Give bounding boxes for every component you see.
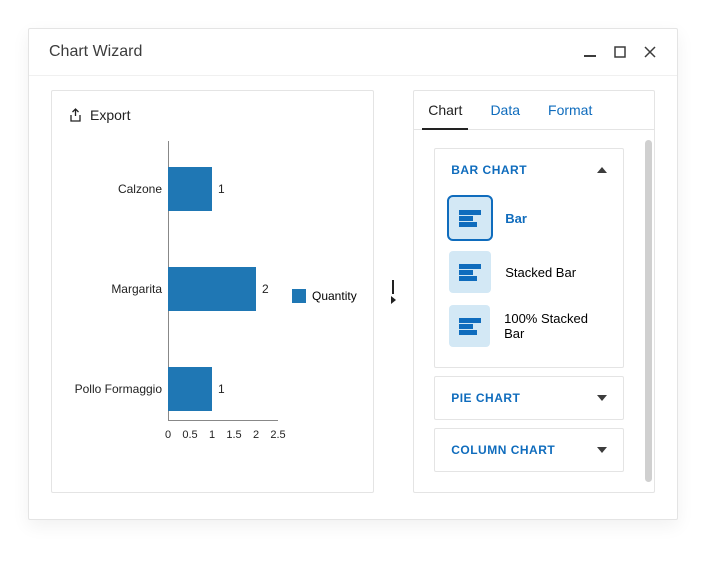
section-header-pie[interactable]: PIE CHART xyxy=(435,377,623,419)
x-tick: 1.5 xyxy=(226,429,241,441)
tab-chart[interactable]: Chart xyxy=(414,91,476,129)
x-tick: 2.5 xyxy=(270,429,285,441)
bar-value: 1 xyxy=(218,382,225,396)
bar-value: 1 xyxy=(218,182,225,196)
chart-wizard-window: Chart Wizard Export xyxy=(28,28,678,520)
x-tick: 2 xyxy=(253,429,259,441)
chevron-up-icon xyxy=(597,167,607,173)
chart-canvas: Calzone 1 Margarita 2 Pollo Formaggio 1 … xyxy=(68,141,278,451)
export-button[interactable]: Export xyxy=(68,107,357,123)
tab-data[interactable]: Data xyxy=(476,91,534,129)
category-label: Margarita xyxy=(68,282,168,296)
chart-type-stacked-bar[interactable]: Stacked Bar xyxy=(449,245,609,299)
config-panel: Chart Data Format BAR CHART xyxy=(413,90,655,493)
category-label: Pollo Formaggio xyxy=(68,382,168,396)
section-pie-chart: PIE CHART xyxy=(434,376,624,420)
chart-type-label: Bar xyxy=(505,211,527,226)
maximize-icon xyxy=(614,46,626,58)
titlebar: Chart Wizard xyxy=(29,29,677,76)
stacked-bar-icon xyxy=(459,263,481,281)
splitter-handle[interactable] xyxy=(390,90,398,493)
tab-format[interactable]: Format xyxy=(534,91,606,129)
x-tick: 0 xyxy=(165,429,171,441)
bar-value: 2 xyxy=(262,282,269,296)
stacked100-bar-icon xyxy=(459,317,481,335)
close-icon xyxy=(644,46,656,58)
tabs: Chart Data Format xyxy=(414,91,654,130)
section-title: BAR CHART xyxy=(451,163,527,177)
bar: 1 xyxy=(168,167,212,211)
chart-type-label: Stacked Bar xyxy=(505,265,576,280)
section-header-column[interactable]: COLUMN CHART xyxy=(435,429,623,471)
legend-label: Quantity xyxy=(312,289,357,303)
window-controls xyxy=(583,45,657,59)
bar-chart-icon xyxy=(459,209,481,227)
x-tick: 0.5 xyxy=(182,429,197,441)
x-axis: 0 0.5 1 1.5 2 2.5 xyxy=(168,421,278,451)
export-icon xyxy=(68,108,83,123)
minimize-icon xyxy=(584,46,596,58)
maximize-button[interactable] xyxy=(613,45,627,59)
section-column-chart: COLUMN CHART xyxy=(434,428,624,472)
legend-swatch xyxy=(292,289,306,303)
chevron-down-icon xyxy=(597,447,607,453)
bar-row: Margarita 2 xyxy=(68,259,278,319)
window-title: Chart Wizard xyxy=(49,43,583,61)
section-header-bar[interactable]: BAR CHART xyxy=(435,149,623,191)
scrollbar[interactable] xyxy=(645,140,652,482)
bar-row: Pollo Formaggio 1 xyxy=(68,359,278,419)
chart-type-label: 100% Stacked Bar xyxy=(504,311,609,341)
chart-type-bar[interactable]: Bar xyxy=(449,191,609,245)
category-label: Calzone xyxy=(68,182,168,196)
chart-type-stacked100-bar[interactable]: 100% Stacked Bar xyxy=(449,299,609,353)
export-label: Export xyxy=(90,107,130,123)
chart-preview-panel: Export Calzone 1 Margarita 2 xyxy=(51,90,374,493)
close-button[interactable] xyxy=(643,45,657,59)
bar: 2 xyxy=(168,267,256,311)
section-title: COLUMN CHART xyxy=(451,443,555,457)
legend: Quantity xyxy=(292,289,357,303)
section-title: PIE CHART xyxy=(451,391,520,405)
minimize-button[interactable] xyxy=(583,45,597,59)
chevron-down-icon xyxy=(597,395,607,401)
x-tick: 1 xyxy=(209,429,215,441)
bar: 1 xyxy=(168,367,212,411)
section-bar-chart: BAR CHART Bar Stacked Bar xyxy=(434,148,624,368)
bar-row: Calzone 1 xyxy=(68,159,278,219)
